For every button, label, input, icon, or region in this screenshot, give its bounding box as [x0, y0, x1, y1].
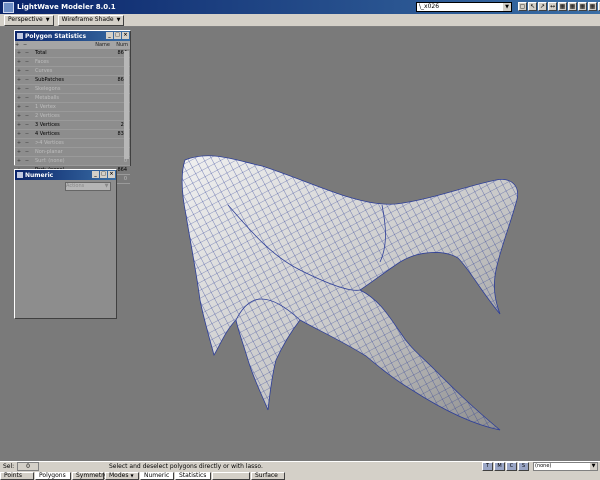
- stats-row[interactable]: +−Non-planar0: [15, 148, 130, 157]
- add-selection-icon[interactable]: +: [15, 130, 23, 138]
- add-selection-icon[interactable]: +: [15, 103, 23, 111]
- app-icon: [3, 1, 14, 13]
- chevron-down-icon: ▼: [45, 17, 50, 23]
- viewport-header: Perspective ▼ Wireframe Shade ▼: [0, 14, 600, 27]
- chevron-down-icon: ▼: [590, 463, 597, 470]
- stats-scrollbar[interactable]: [124, 51, 129, 159]
- toolbar-icons: ▢ ↖ ↗ ↔ ▦ ▦ ▦ ▦ ▦: [518, 2, 600, 11]
- points-mode-button[interactable]: Points: [0, 471, 34, 480]
- window-title: LightWave Modeler 8.0.1: [17, 3, 116, 11]
- minimize-icon[interactable]: _: [106, 32, 113, 39]
- remove-selection-icon[interactable]: −: [23, 58, 31, 66]
- shading-dropdown[interactable]: Wireframe Shade ▼: [57, 14, 125, 26]
- stats-row[interactable]: + − SubPatches 864: [15, 76, 130, 85]
- grid-icon[interactable]: ▦: [558, 2, 567, 11]
- grid-icon[interactable]: ▦: [578, 2, 587, 11]
- view-mode-buttons: T M C S: [482, 462, 529, 471]
- polygon-statistics-panel: Polygon Statistics _ □ × + − Name Num + −…: [14, 30, 131, 184]
- add-selection-icon[interactable]: +: [15, 112, 23, 120]
- title-bar: LightWave Modeler 8.0.1 \_x026 ▼ ▢ ↖ ↗ ↔…: [0, 0, 600, 14]
- status-line: Sel: 0 Select and deselect polygons dire…: [0, 461, 600, 471]
- remove-selection-icon[interactable]: −: [23, 94, 31, 102]
- numeric-panel: Numeric _ □ × Actions ▼: [14, 169, 117, 319]
- view-mode-c-button[interactable]: C: [506, 462, 517, 471]
- maximize-icon[interactable]: □: [114, 32, 121, 39]
- stats-panel-titlebar[interactable]: Polygon Statistics _ □ ×: [15, 31, 130, 41]
- remove-selection-icon[interactable]: −: [23, 112, 31, 120]
- stats-row[interactable]: +−1 Vertex0: [15, 103, 130, 112]
- add-selection-icon[interactable]: +: [15, 76, 23, 84]
- close-icon[interactable]: ×: [122, 32, 129, 39]
- layer-combo[interactable]: \_x026 ▼: [416, 2, 512, 12]
- chevron-down-icon: ▼: [130, 472, 134, 478]
- remove-selection-icon[interactable]: −: [23, 49, 31, 57]
- stats-row[interactable]: +−>4 Vertices0: [15, 139, 130, 148]
- panel-icon: [17, 33, 23, 39]
- add-selection-icon[interactable]: +: [15, 85, 23, 93]
- selection-count: 0: [17, 462, 39, 471]
- remove-selection-icon[interactable]: −: [23, 76, 31, 84]
- modes-dropdown[interactable]: Modes ▼: [105, 471, 139, 480]
- surface-button[interactable]: Surface: [251, 471, 285, 480]
- bottom-toolbar: Points Polygons Symmetry Modes ▼ Numeric …: [0, 471, 600, 480]
- remove-selection-icon[interactable]: −: [23, 103, 31, 111]
- numeric-panel-titlebar[interactable]: Numeric _ □ ×: [15, 170, 116, 180]
- stats-row[interactable]: +−Metaballs0: [15, 94, 130, 103]
- remove-selection-icon[interactable]: −: [23, 157, 31, 165]
- grid-icon[interactable]: ▦: [588, 2, 597, 11]
- remove-selection-icon[interactable]: −: [23, 85, 31, 93]
- numeric-button[interactable]: Numeric: [140, 471, 174, 480]
- remove-selection-icon[interactable]: −: [23, 121, 31, 129]
- arrow-icon[interactable]: ↖: [528, 2, 537, 11]
- stats-row[interactable]: +−Faces0: [15, 58, 130, 67]
- remove-selection-icon[interactable]: −: [23, 130, 31, 138]
- add-selection-icon[interactable]: +: [15, 58, 23, 66]
- grid-icon[interactable]: ▦: [568, 2, 577, 11]
- stats-list: +−Total864+−Faces0+−Curves0+−SubPatches8…: [15, 49, 130, 184]
- add-selection-icon[interactable]: +: [15, 49, 23, 57]
- view-type-dropdown[interactable]: Perspective ▼: [4, 14, 54, 26]
- actions-dropdown[interactable]: Actions ▼: [65, 182, 111, 191]
- symmetry-button[interactable]: Symmetry: [72, 471, 107, 480]
- arrow-icon[interactable]: ↗: [538, 2, 547, 11]
- remove-selection-icon[interactable]: −: [23, 148, 31, 156]
- stats-row[interactable]: +−3 Vertices26: [15, 121, 130, 130]
- stats-header: + − Name Num: [15, 41, 130, 49]
- minimize-icon[interactable]: _: [92, 171, 99, 178]
- stats-row[interactable]: +−Curves0: [15, 67, 130, 76]
- add-selection-icon[interactable]: +: [15, 67, 23, 75]
- stats-row[interactable]: +−Skelegons0: [15, 85, 130, 94]
- close-icon[interactable]: ×: [108, 171, 115, 178]
- add-selection-icon[interactable]: +: [15, 157, 23, 165]
- view-mode-s-button[interactable]: S: [518, 462, 529, 471]
- stats-row[interactable]: + − Surf: (none) 0: [15, 157, 130, 166]
- perspective-viewport[interactable]: Polygon Statistics _ □ × + − Name Num + −…: [0, 27, 600, 461]
- chevron-down-icon: ▼: [116, 17, 121, 23]
- remove-selection-icon[interactable]: −: [23, 139, 31, 147]
- selection-label: Sel:: [3, 463, 15, 470]
- panel-icon: [17, 172, 23, 178]
- stats-row[interactable]: +−2 Vertices0: [15, 112, 130, 121]
- remove-selection-icon[interactable]: −: [23, 67, 31, 75]
- add-selection-icon[interactable]: +: [15, 148, 23, 156]
- view-mode-m-button[interactable]: M: [494, 462, 505, 471]
- square-icon[interactable]: ▢: [518, 2, 527, 11]
- claw-body: [181, 155, 518, 431]
- stats-row[interactable]: + − Total 864: [15, 49, 130, 58]
- view-mode-t-button[interactable]: T: [482, 462, 493, 471]
- add-selection-icon[interactable]: +: [15, 139, 23, 147]
- chevron-down-icon: ▼: [503, 3, 511, 11]
- add-selection-icon[interactable]: +: [15, 94, 23, 102]
- chevron-down-icon: ▼: [104, 183, 109, 189]
- statistics-button[interactable]: Statistics: [175, 471, 211, 480]
- info-button[interactable]: [212, 471, 250, 480]
- status-hint: Select and deselect polygons directly or…: [109, 463, 263, 470]
- add-selection-icon[interactable]: +: [15, 121, 23, 129]
- vmap-dropdown[interactable]: (none) ▼: [533, 462, 598, 471]
- maximize-icon[interactable]: □: [100, 171, 107, 178]
- stats-row[interactable]: + −4 Vertices 838: [15, 130, 130, 139]
- arrow-icon[interactable]: ↔: [548, 2, 557, 11]
- polygons-mode-button[interactable]: Polygons: [35, 471, 71, 480]
